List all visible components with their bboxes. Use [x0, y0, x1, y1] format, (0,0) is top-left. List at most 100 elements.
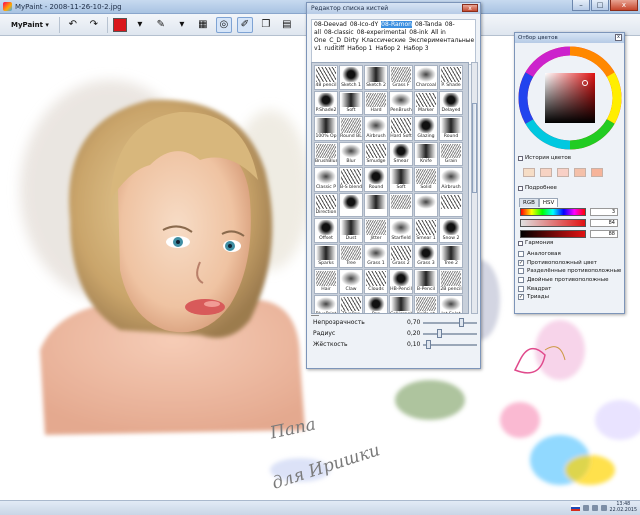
harmony-option[interactable]: Разделённые противоположные — [518, 267, 621, 276]
brush-group-item[interactable]: 08-classic — [324, 29, 354, 36]
layers-icon[interactable]: ❐ — [258, 17, 274, 33]
brush-thumbnail[interactable]: Solid — [414, 167, 438, 192]
brush-settings-expander[interactable] — [311, 315, 319, 316]
brush-thumbnail[interactable]: Offset — [314, 218, 338, 243]
brush-group-item[interactable]: 08-Ico-dY — [350, 21, 378, 28]
brush-group-item[interactable]: 08-Tanda — [415, 21, 442, 28]
checkbox-unchecked[interactable] — [518, 285, 524, 292]
brush-group-item[interactable]: Dirty — [344, 37, 359, 44]
tab-rgb[interactable]: RGB — [519, 198, 539, 207]
brush-thumbnail[interactable]: P.Shade2 — [314, 90, 338, 115]
history-color-swatch[interactable] — [523, 168, 535, 177]
collapse-icon[interactable] — [518, 155, 523, 161]
brush-thumbnail[interactable]: Claw — [339, 269, 363, 294]
color-wheel-icon[interactable]: ◎ — [215, 16, 232, 33]
undo-icon[interactable]: ↶ — [65, 17, 81, 33]
harmony-option[interactable]: Квадрат — [518, 284, 621, 293]
brush-thumbnail[interactable]: Soft — [339, 90, 363, 115]
brush-group-item[interactable]: Экспериментальные — [409, 37, 474, 44]
hsv-color-wheel[interactable] — [515, 43, 626, 153]
harmony-option[interactable]: Двойные противоположные — [518, 276, 621, 285]
clock[interactable]: 13:48 22.02.2015 — [610, 502, 637, 514]
redo-icon[interactable]: ↷ — [86, 17, 102, 33]
checkbox-unchecked[interactable] — [518, 251, 524, 258]
details-header[interactable]: Подробнее — [518, 185, 557, 191]
current-color-swatch[interactable] — [112, 17, 127, 32]
brush-thumbnail[interactable]: Snow 2 — [439, 218, 463, 243]
value-slider[interactable]: 88 — [520, 230, 620, 239]
brush-thumbnail[interactable]: Charcoal — [414, 65, 438, 90]
collapse-icon[interactable] — [518, 185, 523, 191]
saturation-slider[interactable]: 84 — [520, 219, 620, 228]
brush-group-item[interactable]: Классические — [362, 37, 406, 44]
brush-thumbnail[interactable]: Smudge — [364, 141, 388, 166]
checkbox-unchecked[interactable] — [518, 277, 524, 284]
history-color-swatch[interactable] — [591, 168, 603, 177]
brush-thumbnail[interactable]: Knife pt — [414, 294, 438, 313]
harmony-option[interactable]: ✓ Триады — [518, 293, 621, 302]
history-color-swatch[interactable] — [540, 168, 552, 177]
brush-thumbnail[interactable]: B-S blend — [339, 167, 363, 192]
slider-track[interactable] — [423, 333, 477, 335]
brush-thumbnail[interactable]: Grass 3 — [414, 243, 438, 268]
brush-thumbnail[interactable] — [339, 192, 363, 217]
brush-thumbnail[interactable]: Calligraph — [389, 294, 413, 313]
brush-group-item[interactable]: Набор 2 — [375, 45, 400, 52]
brush-thumbnail[interactable]: ThinPen — [339, 294, 363, 313]
brush-list-icon[interactable]: ✐ — [236, 16, 253, 33]
brush-thumbnail[interactable]: Direction — [314, 192, 338, 217]
brush-thumbnail[interactable]: Jet Splat — [439, 294, 463, 313]
brush-thumbnail[interactable] — [364, 192, 388, 217]
brush-group-item[interactable]: 08-Ramon — [381, 21, 412, 28]
slider-handle[interactable] — [458, 318, 464, 327]
brush-settings-icon[interactable]: ✎ — [153, 17, 169, 33]
close-button[interactable]: x — [610, 0, 638, 11]
brush-thumbnail[interactable]: Airbrush — [364, 116, 388, 141]
brush-thumbnail[interactable]: Dust — [339, 218, 363, 243]
brush-group-item[interactable]: Набор 1 — [347, 45, 372, 52]
brush-thumbnail[interactable]: 2B pencil — [439, 269, 463, 294]
brush-group-item[interactable]: 08-ink — [409, 29, 428, 36]
brush-group-item[interactable]: ruditiff — [324, 45, 344, 52]
brush-thumbnail[interactable]: Clouds — [364, 269, 388, 294]
saturation-value[interactable]: 84 — [590, 219, 618, 227]
brush-thumbnail[interactable]: Classic P — [314, 167, 338, 192]
scrollbar-thumb[interactable] — [472, 103, 477, 193]
brush-thumbnail[interactable]: Airbrush — [439, 167, 463, 192]
history-color-swatch[interactable] — [557, 168, 569, 177]
brush-dialog-close-button[interactable]: x — [462, 4, 478, 12]
brush-thumbnail[interactable] — [389, 192, 413, 217]
brush-thumbnail[interactable]: Marker — [414, 90, 438, 115]
brush-thumbnail[interactable]: Smear 1 — [414, 218, 438, 243]
brush-thumbnail[interactable]: Jitter — [364, 218, 388, 243]
brush-thumbnail[interactable]: Hard Soft — [389, 116, 413, 141]
checkbox-checked[interactable]: ✓ — [518, 259, 524, 266]
checkbox-checked[interactable]: ✓ — [518, 294, 524, 301]
brush-thumbnail[interactable] — [439, 192, 463, 217]
brush-thumbnail[interactable]: Pen — [364, 294, 388, 313]
color-history-header[interactable]: История цветов — [518, 155, 571, 161]
brush-thumbnail[interactable]: Grain — [439, 141, 463, 166]
brush-thumbnail[interactable]: Sparks — [314, 243, 338, 268]
brush-thumbnail[interactable]: Blur — [339, 141, 363, 166]
language-flag-icon[interactable] — [570, 505, 580, 511]
color-dialog-close-button[interactable]: x — [615, 34, 622, 41]
value-value[interactable]: 88 — [590, 230, 618, 238]
brush-dropdown-icon[interactable]: ▾ — [174, 17, 190, 33]
value-gradient[interactable] — [520, 230, 586, 238]
brush-thumbnail[interactable]: 48 pencil — [314, 65, 338, 90]
harmony-option[interactable]: Аналоговая — [518, 250, 621, 259]
brush-thumbnail[interactable]: Sketch 2 — [364, 65, 388, 90]
preferences-icon[interactable]: ▤ — [279, 17, 295, 33]
grid-icon[interactable]: ▦ — [195, 17, 211, 33]
maximize-button[interactable]: □ — [591, 0, 609, 11]
hue-value[interactable]: 3 — [590, 208, 618, 216]
brush-thumbnail[interactable]: P. Shade — [439, 65, 463, 90]
harmony-header[interactable]: Гармония — [518, 240, 553, 246]
history-color-swatch[interactable] — [574, 168, 586, 177]
brush-thumbnail[interactable]: Knife — [414, 141, 438, 166]
brush-thumbnail[interactable]: Round — [364, 167, 388, 192]
hue-gradient[interactable] — [520, 208, 586, 216]
brush-thumbnail[interactable]: BluePrint — [314, 294, 338, 313]
volume-icon[interactable] — [600, 505, 607, 511]
